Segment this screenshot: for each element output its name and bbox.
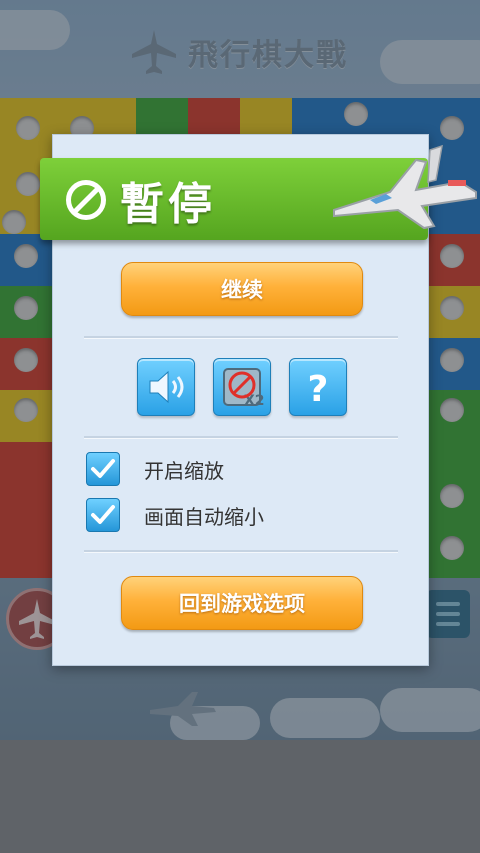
option-enable-zoom[interactable]: 开启缩放	[86, 452, 224, 486]
checkmark-icon	[91, 459, 115, 478]
auto-shrink-checkbox[interactable]	[86, 498, 120, 532]
continue-button[interactable]: 继续	[121, 262, 363, 316]
help-glyph: ?	[308, 369, 329, 410]
checkmark-icon	[91, 505, 115, 524]
sound-button[interactable]	[137, 358, 195, 416]
zoom-toggle-button[interactable]: X2	[213, 358, 271, 416]
divider	[84, 436, 398, 439]
auto-shrink-label: 画面自动缩小	[144, 504, 264, 529]
divider	[84, 336, 398, 339]
screen-bottom-area	[0, 740, 480, 853]
no-zoom-icon: X2	[223, 368, 265, 409]
help-button[interactable]: ?	[289, 358, 347, 416]
pause-prohibited-icon	[66, 180, 106, 220]
option-auto-shrink[interactable]: 画面自动缩小	[86, 498, 264, 532]
speaker-icon	[149, 370, 184, 404]
help-icon: ?	[308, 369, 329, 410]
fighter-jet-icon	[333, 144, 477, 230]
enable-zoom-label: 开启缩放	[144, 458, 224, 483]
back-to-options-button[interactable]: 回到游戏选项	[121, 576, 363, 630]
pause-title: 暫停	[120, 179, 216, 230]
enable-zoom-checkbox[interactable]	[86, 452, 120, 486]
divider	[84, 550, 398, 553]
